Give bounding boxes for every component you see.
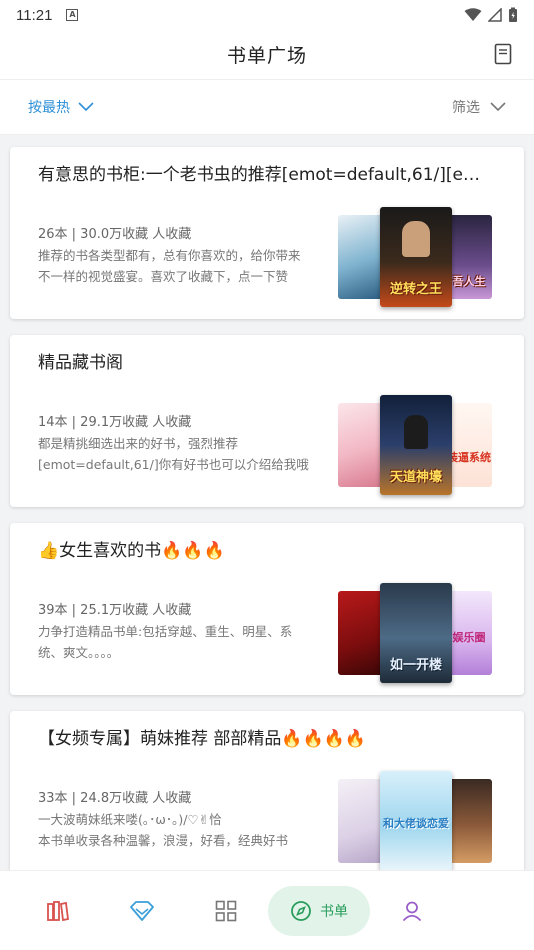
books-icon [47, 900, 69, 921]
book-cover: 娱乐圈 [446, 591, 492, 675]
booklist-list: 有意思的书柜:一个老书虫的推荐[emot=default,61/][emot=d… [0, 135, 534, 870]
compass-icon [291, 900, 311, 921]
book-cover: 和大佬谈恋爱 [380, 771, 452, 870]
wifi-icon [464, 8, 482, 21]
book-covers: 逆转之王 吾人生 [336, 207, 496, 307]
nav-store[interactable] [100, 886, 184, 936]
chevron-down-icon [490, 102, 506, 112]
book-cover: 如一开楼 [380, 583, 452, 683]
sort-label: 按最热 [28, 100, 70, 116]
user-icon [402, 901, 422, 921]
book-cover-title: 如一开楼 [389, 658, 442, 673]
status-bar: 11:21 A [0, 0, 534, 30]
book-cover [338, 779, 384, 863]
book-cover: 逆转之王 [380, 207, 452, 307]
booklist-desc: 力争打造精品书单:包括穿越、重生、明星、系统、爽文。。。。 [38, 624, 293, 660]
grid-icon [215, 900, 237, 921]
app-header: 书单广场 [0, 30, 534, 80]
booklist-meta: 33本 | 24.8万收藏 人收藏 [38, 791, 192, 806]
book-cover [338, 403, 384, 487]
diamond-icon [130, 900, 154, 921]
book-cover-title: 逆转之王 [389, 282, 442, 297]
booklist-card[interactable]: 【女频专属】萌妹推荐 部部精品🔥🔥🔥🔥 33本 | 24.8万收藏 人收藏 一大… [10, 711, 524, 870]
page-title: 书单广场 [226, 45, 307, 67]
filter-bar: 按最热 筛选 [0, 80, 534, 135]
booklist-desc: 都是精挑细选出来的好书，强烈推荐[emot=default,61/]你有好书也可… [38, 436, 309, 472]
booklist-title: 👍女生喜欢的书🔥🔥🔥 [38, 541, 225, 561]
book-cover [338, 591, 384, 675]
booklist-card[interactable]: 有意思的书柜:一个老书虫的推荐[emot=default,61/][emot=d… [10, 147, 524, 319]
book-cover-title: 和大佬谈恋爱 [383, 817, 449, 830]
book-cover: 装逼系统 [446, 403, 492, 487]
booklist-card[interactable]: 👍女生喜欢的书🔥🔥🔥 39本 | 25.1万收藏 人收藏 力争打造精品书单:包括… [10, 523, 524, 695]
nav-profile[interactable] [370, 886, 454, 936]
booklist-meta: 26本 | 30.0万收藏 人收藏 [38, 227, 192, 242]
booklist-meta: 14本 | 29.1万收藏 人收藏 [38, 415, 192, 430]
book-cover-title: 娱乐圈 [452, 631, 486, 644]
status-time: 11:21 [16, 6, 53, 24]
booklist-desc: 一大波萌妹纸来喽(｡･ω･｡)/♡✌恰 本书单收录各种温馨，浪漫，好看，经典好书 [38, 812, 289, 848]
book-cover-title: 装逼系统 [447, 451, 491, 464]
booklist-title: 有意思的书柜:一个老书虫的推荐[emot=default,61/][emot=d… [38, 165, 494, 185]
booklist-card[interactable]: 精品藏书阁 14本 | 29.1万收藏 人收藏 都是精挑细选出来的好书，强烈推荐… [10, 335, 524, 507]
book-cover: 吾人生 [446, 215, 492, 299]
nav-booklist-label: 书单 [320, 903, 348, 920]
book-covers: 天道神壕 装逼系统 [336, 395, 496, 495]
book-cover [338, 215, 384, 299]
chevron-down-icon [78, 102, 94, 112]
booklist-title: 精品藏书阁 [38, 353, 123, 373]
booklist-desc: 推荐的书各类型都有，总有你喜欢的，给你带来不一样的视觉盛宴。喜欢了收藏下，点一下… [38, 248, 301, 284]
book-cover-title: 天道神壕 [389, 470, 442, 485]
bottom-nav: 书单 [0, 870, 534, 950]
nav-booklist[interactable]: 书单 [268, 885, 370, 936]
filter-dropdown[interactable]: 筛选 [452, 97, 506, 117]
notification-icon: A [66, 9, 79, 21]
filter-label: 筛选 [452, 100, 480, 116]
book-covers: 和大佬谈恋爱 [336, 771, 496, 870]
book-cover-title: 吾人生 [452, 275, 486, 288]
document-icon[interactable] [494, 43, 512, 65]
nav-bookshelf[interactable] [16, 886, 100, 936]
signal-icon [488, 8, 502, 22]
battery-icon [509, 7, 517, 22]
nav-category[interactable] [184, 886, 268, 936]
book-covers: 如一开楼 娱乐圈 [336, 583, 496, 683]
book-cover: 天道神壕 [380, 395, 452, 495]
sort-dropdown[interactable]: 按最热 [28, 97, 94, 117]
booklist-title: 【女频专属】萌妹推荐 部部精品🔥🔥🔥🔥 [38, 729, 367, 749]
booklist-meta: 39本 | 25.1万收藏 人收藏 [38, 603, 192, 618]
book-cover [446, 779, 492, 863]
